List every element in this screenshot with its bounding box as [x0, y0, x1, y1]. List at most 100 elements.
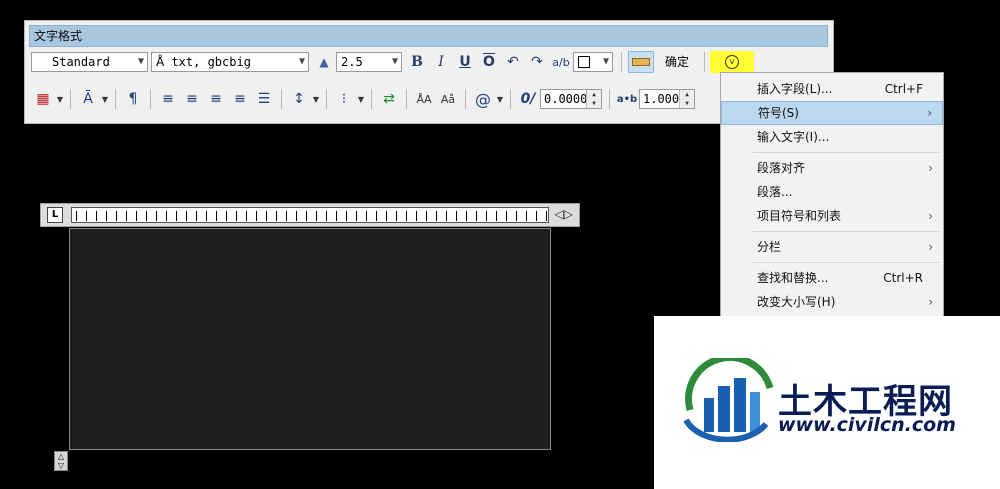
italic-button[interactable]: I: [430, 51, 452, 73]
align-left-icon[interactable]: ≡: [157, 88, 179, 110]
style-select[interactable]: Standard ▼: [31, 52, 148, 72]
dropdown-arrow-icon[interactable]: ▼: [312, 88, 320, 110]
underline-button[interactable]: U: [454, 51, 476, 73]
lowercase-button[interactable]: Aå: [437, 88, 459, 110]
separator: [704, 52, 706, 72]
font-type-icon: Å: [156, 55, 165, 69]
chevron-down-icon: ▼: [298, 56, 305, 67]
menu-separator: [753, 262, 939, 263]
height-resize-icon[interactable]: △ ▽: [54, 451, 68, 471]
options-button[interactable]: v: [710, 51, 755, 73]
menu-item-insert-field[interactable]: 插入字段(L)... Ctrl+F: [721, 77, 943, 101]
redo-button[interactable]: ↷: [526, 51, 548, 73]
watermark: 土木工程网 www.civilcn.com: [654, 316, 1000, 489]
chevron-right-icon: ›: [928, 240, 933, 254]
menu-item-symbol[interactable]: 符号(S) ›: [721, 101, 943, 125]
dropdown-arrow-icon[interactable]: ▼: [357, 88, 365, 110]
width-resize-icon[interactable]: ◁▷: [555, 207, 573, 221]
separator: [609, 89, 610, 109]
menu-item-shortcut: Ctrl+F: [884, 82, 923, 96]
color-swatch-icon: [578, 56, 590, 68]
oblique-angle-value: 0.0000: [544, 92, 588, 106]
style-select-value: Standard: [52, 55, 110, 69]
context-menu: 插入字段(L)... Ctrl+F 符号(S) › 输入文字(I)... 段落对…: [720, 72, 944, 332]
toolbar-title: 文字格式: [29, 25, 828, 47]
spinner-arrows-icon[interactable]: ▲ ▼: [679, 90, 694, 108]
stack-button[interactable]: a/b: [550, 51, 572, 73]
separator: [281, 89, 282, 109]
menu-separator: [753, 152, 939, 153]
menu-item-bullets-lists[interactable]: 项目符号和列表 ›: [721, 204, 943, 228]
menu-item-paragraph-alignment[interactable]: 段落对齐 ›: [721, 156, 943, 180]
separator: [326, 89, 327, 109]
ruler-scale[interactable]: [71, 207, 549, 223]
annotative-icon[interactable]: ▲: [313, 51, 335, 73]
spinner-arrows-icon[interactable]: ▲ ▼: [586, 90, 601, 108]
menu-item-columns[interactable]: 分栏 ›: [721, 235, 943, 259]
chevron-right-icon: ›: [928, 295, 933, 309]
chevron-down-icon: ▼: [137, 56, 144, 67]
menu-item-label: 改变大小写(H): [757, 295, 836, 309]
oblique-angle-icon: 0/: [520, 91, 536, 107]
menu-separator: [753, 231, 939, 232]
separator: [115, 89, 116, 109]
oblique-angle-input[interactable]: 0.0000 ▲ ▼: [540, 89, 602, 109]
distribute-icon[interactable]: ☰: [253, 88, 275, 110]
menu-item-find-replace[interactable]: 查找和替换... Ctrl+R: [721, 266, 943, 290]
dropdown-arrow-icon[interactable]: ▼: [496, 88, 504, 110]
tab-type-button[interactable]: L: [47, 207, 63, 223]
menu-item-import-text[interactable]: 输入文字(I)...: [721, 125, 943, 149]
civilcn-logo-icon: [683, 358, 774, 442]
justify-icon[interactable]: ≡: [229, 88, 251, 110]
watermark-url: www.civilcn.com: [778, 414, 956, 436]
font-select-value: txt, gbcbig: [171, 55, 251, 69]
paragraph-icon[interactable]: ¶: [122, 88, 144, 110]
menu-item-label: 分栏: [757, 240, 782, 254]
text-editor-area[interactable]: [69, 228, 551, 450]
toolbar-row-1: Standard ▼ Å txt, gbcbig ▼ ▲ 2.5 ▼ B I U…: [31, 49, 755, 75]
menu-item-paragraph[interactable]: 段落...: [721, 180, 943, 204]
ruler-icon: [632, 58, 650, 66]
bold-button[interactable]: B: [406, 51, 428, 73]
chevron-right-icon: ›: [928, 209, 933, 223]
ok-button[interactable]: 确定: [655, 51, 699, 73]
dropdown-arrow-icon[interactable]: ▼: [101, 88, 109, 110]
uppercase-button[interactable]: ÅA: [413, 88, 435, 110]
tracking-input[interactable]: 1.0000 ▲ ▼: [639, 89, 695, 109]
mtext-justification-icon[interactable]: Ā: [77, 88, 99, 110]
text-height-value: 2.5: [341, 55, 363, 69]
insert-field-icon[interactable]: ⇄: [378, 88, 400, 110]
separator: [70, 89, 71, 109]
text-height-select[interactable]: 2.5 ▼: [336, 52, 402, 72]
separator: [510, 89, 511, 109]
separator: [465, 89, 466, 109]
separator: [621, 52, 622, 72]
numbering-icon[interactable]: ⁝: [333, 88, 355, 110]
symbol-icon[interactable]: @: [472, 88, 494, 110]
menu-item-label: 段落...: [757, 185, 793, 199]
menu-item-label: 输入文字(I)...: [757, 130, 830, 144]
menu-item-shortcut: Ctrl+R: [883, 271, 923, 285]
menu-item-label: 符号(S): [758, 106, 799, 120]
options-icon: v: [725, 55, 740, 69]
overline-button[interactable]: O: [478, 51, 500, 73]
align-center-icon[interactable]: ≡: [181, 88, 203, 110]
mtext-ruler[interactable]: L ◁▷: [40, 203, 580, 227]
menu-item-label: 项目符号和列表: [757, 209, 842, 223]
multi-column-icon[interactable]: ▦: [32, 88, 54, 110]
separator: [406, 89, 407, 109]
separator: [150, 89, 151, 109]
menu-item-change-case[interactable]: 改变大小写(H) ›: [721, 290, 943, 314]
menu-item-label: 插入字段(L)...: [757, 82, 833, 96]
line-spacing-icon[interactable]: ↕: [288, 88, 310, 110]
align-right-icon[interactable]: ≡: [205, 88, 227, 110]
color-select[interactable]: ▼: [573, 52, 613, 72]
text-formatting-toolbar: 文字格式 Standard ▼ Å txt, gbcbig ▼ ▲ 2.5 ▼ …: [24, 20, 834, 124]
menu-item-label: 查找和替换...: [757, 271, 829, 285]
undo-button[interactable]: ↶: [502, 51, 524, 73]
dropdown-arrow-icon[interactable]: ▼: [56, 88, 64, 110]
font-select[interactable]: Å txt, gbcbig ▼: [151, 52, 309, 72]
ruler-toggle-button[interactable]: [628, 51, 654, 73]
chevron-right-icon: ›: [928, 161, 933, 175]
menu-item-label: 段落对齐: [757, 161, 806, 175]
